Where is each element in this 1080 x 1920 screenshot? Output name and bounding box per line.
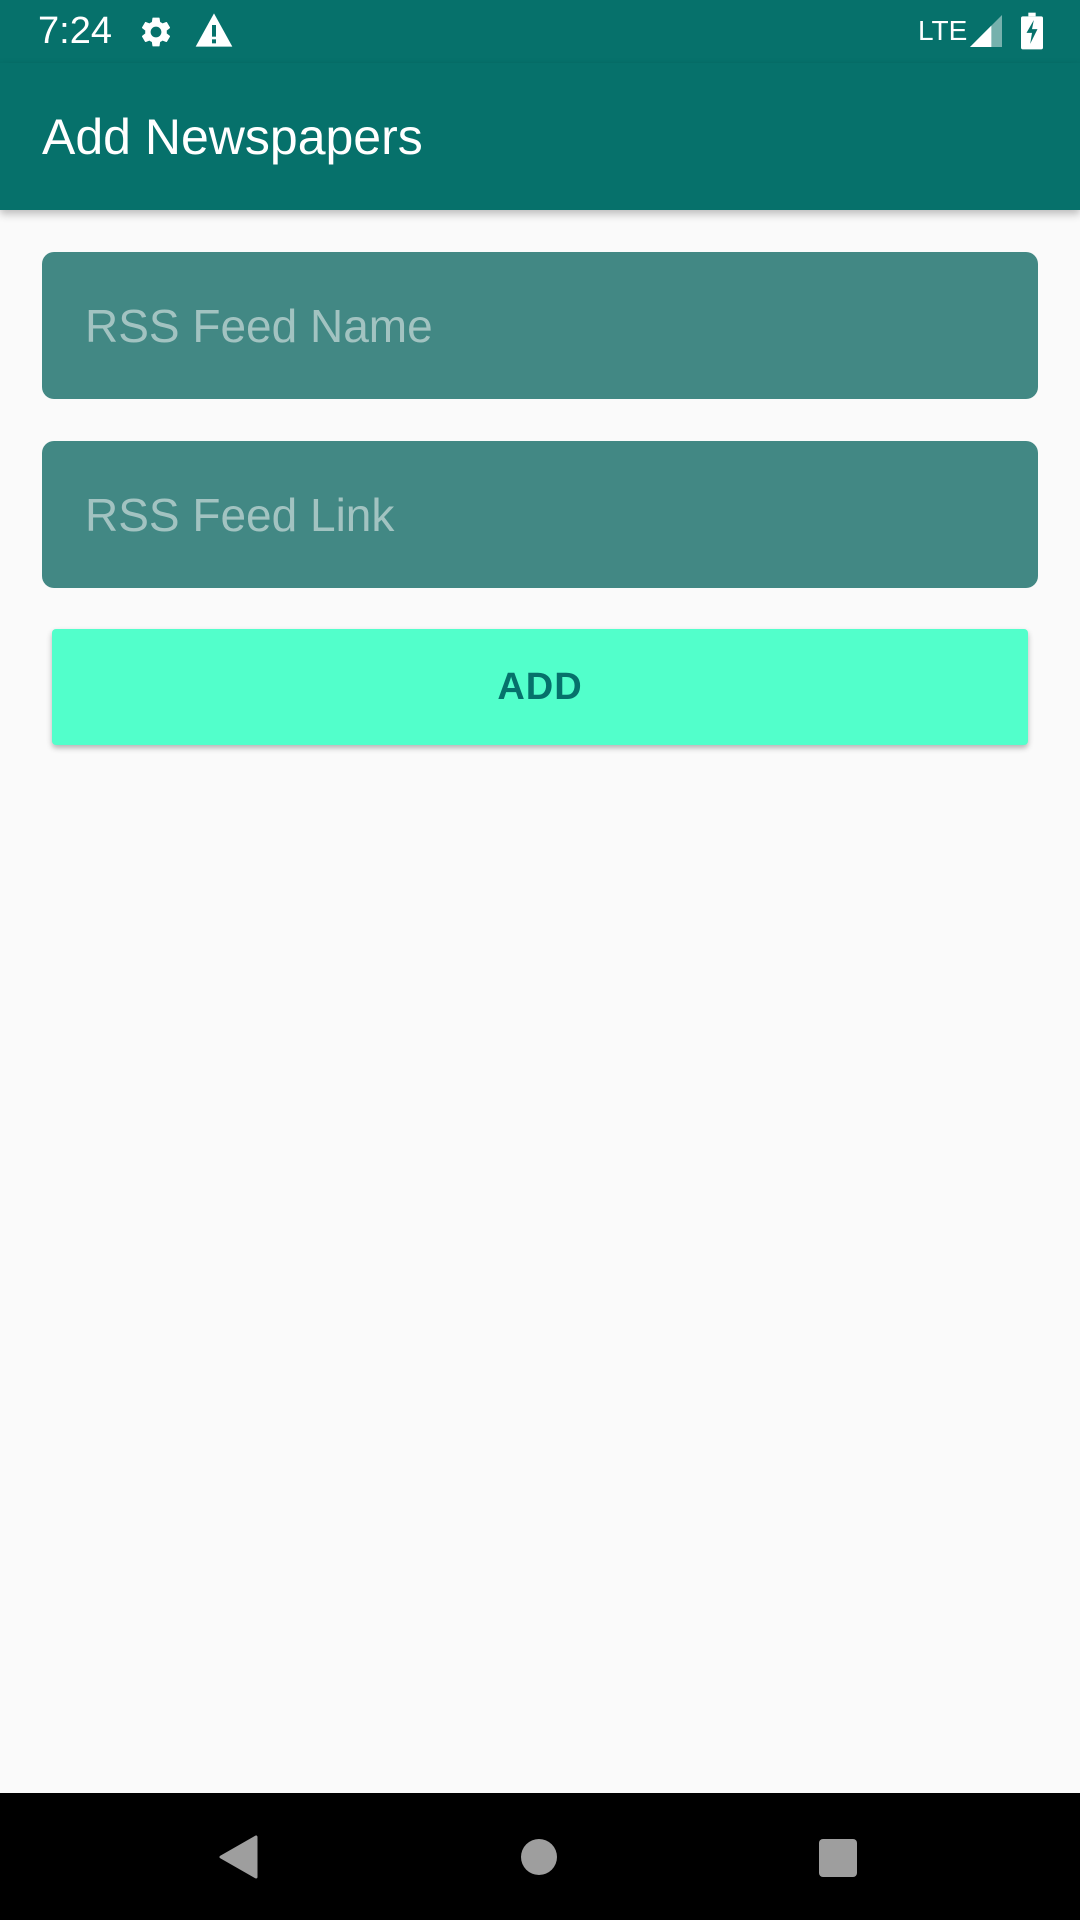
signal-icon [970,15,1002,47]
battery-charging-icon [1021,12,1043,50]
app-bar: Add Newspapers [0,63,1080,210]
page-title: Add Newspapers [42,109,423,165]
warning-icon [195,13,233,47]
network-type-label: LTE [918,15,968,46]
status-time: 7:24 [38,10,112,52]
navigation-bar [0,1793,1080,1920]
back-icon[interactable] [218,1835,258,1879]
home-icon[interactable] [520,1838,558,1876]
add-button[interactable]: ADD [52,629,1028,745]
feed-link-input[interactable] [42,441,1038,588]
status-bar: 7:24 LTE [0,0,1080,63]
feed-name-input[interactable] [42,252,1038,399]
recents-icon[interactable] [818,1838,858,1878]
settings-icon [141,17,171,47]
